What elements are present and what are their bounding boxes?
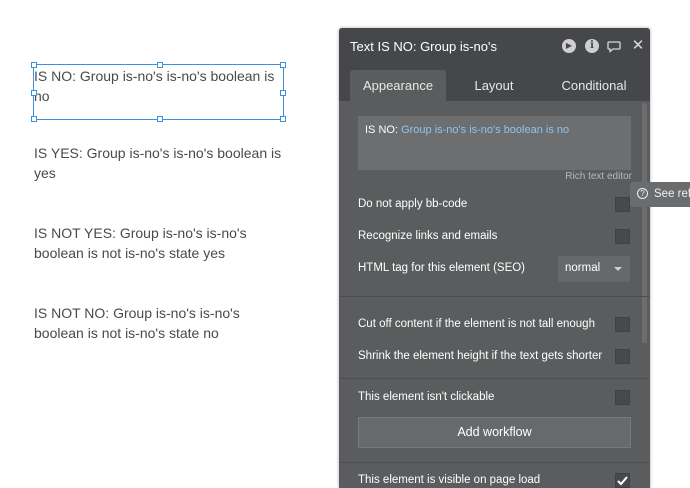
play-icon[interactable]: ▶ <box>562 39 576 53</box>
close-icon[interactable]: ✕ <box>631 38 645 53</box>
divider <box>339 296 650 297</box>
resize-handle-bm[interactable] <box>157 116 163 122</box>
not-clickable-label: This element isn't clickable <box>358 391 495 403</box>
divider <box>339 462 650 463</box>
add-workflow-button[interactable]: Add workflow <box>358 417 631 448</box>
html-tag-label: HTML tag for this element (SEO) <box>358 262 526 274</box>
property-editor-panel: Text IS NO: Group is-no's ▶ i ✕ Appearan… <box>339 28 650 488</box>
visible-on-load-label: This element is visible on page load <box>358 474 541 486</box>
resize-handle-mr[interactable] <box>280 90 286 96</box>
tab-appearance[interactable]: Appearance <box>350 70 446 101</box>
links-checkbox[interactable] <box>615 229 630 244</box>
panel-scrollbar[interactable] <box>642 103 647 343</box>
rich-text-editor-link[interactable]: Rich text editor <box>565 171 632 182</box>
resize-handle-ml[interactable] <box>31 90 37 96</box>
question-icon: ? <box>637 188 648 199</box>
rte-dynamic-expression[interactable]: Group is-no's is-no's boolean is no <box>401 124 569 136</box>
selection-box[interactable] <box>31 62 286 122</box>
html-tag-value: normal <box>565 262 601 274</box>
bbcode-label: Do not apply bb-code <box>358 198 468 210</box>
rich-text-editor[interactable]: IS NO: Group is-no's is-no's boolean is … <box>358 116 631 170</box>
canvas-text-is-not-no[interactable]: IS NOT NO: Group is-no's is-no's boolean… <box>34 303 254 343</box>
bbcode-checkbox[interactable] <box>615 197 630 212</box>
panel-title: Text IS NO: Group is-no's <box>350 39 497 54</box>
comment-icon[interactable] <box>607 39 621 53</box>
canvas-text-is-yes[interactable]: IS YES: Group is-no's is-no's boolean is… <box>34 143 284 183</box>
tab-conditional[interactable]: Conditional <box>544 70 644 101</box>
rte-static-text: IS NO: <box>365 124 402 136</box>
resize-handle-br[interactable] <box>280 116 286 122</box>
canvas-text-is-not-yes[interactable]: IS NOT YES: Group is-no's is-no's boolea… <box>34 223 254 263</box>
html-tag-select[interactable]: normal <box>558 256 630 282</box>
panel-header[interactable]: Text IS NO: Group is-no's ▶ i ✕ <box>339 28 650 64</box>
chevron-down-icon <box>614 267 622 271</box>
resize-handle-bl[interactable] <box>31 116 37 122</box>
resize-handle-tm[interactable] <box>157 62 163 68</box>
shrink-label: Shrink the element height if the text ge… <box>358 350 603 362</box>
resize-handle-tr[interactable] <box>280 62 286 68</box>
panel-tabs: Appearance Layout Conditional <box>339 64 650 101</box>
shrink-checkbox[interactable] <box>615 349 630 364</box>
divider <box>339 378 650 379</box>
tab-layout[interactable]: Layout <box>449 70 539 101</box>
cut-off-label: Cut off content if the element is not ta… <box>358 318 595 330</box>
see-reference-label: See ref <box>654 188 690 200</box>
links-label: Recognize links and emails <box>358 230 498 242</box>
cut-off-checkbox[interactable] <box>615 317 630 332</box>
info-icon[interactable]: i <box>585 39 599 53</box>
resize-handle-tl[interactable] <box>31 62 37 68</box>
see-reference-button[interactable]: ? See ref <box>630 182 690 207</box>
not-clickable-checkbox[interactable] <box>615 390 630 405</box>
